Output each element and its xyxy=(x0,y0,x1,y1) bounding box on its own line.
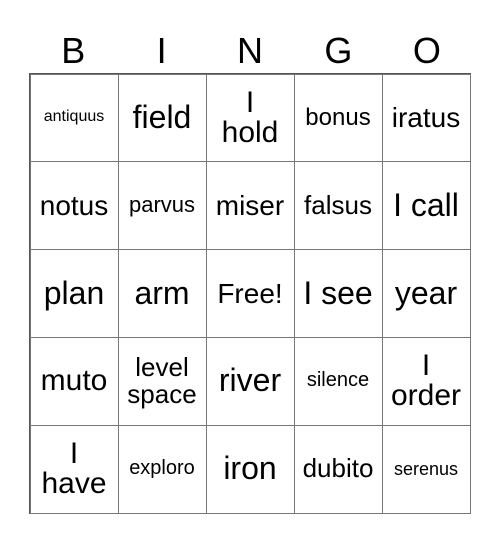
bingo-header: B I N G O xyxy=(29,28,471,73)
bingo-cell: year xyxy=(381,249,471,338)
header-letter-b: B xyxy=(61,30,86,71)
bingo-cell: I call xyxy=(381,161,471,251)
bingo-cell: notus xyxy=(29,161,119,251)
bingo-cell: iratus xyxy=(381,73,471,163)
bingo-cell: I order xyxy=(381,336,471,426)
header-letter-g: G xyxy=(324,30,353,71)
header-letter-n: N xyxy=(237,30,264,71)
bingo-cell: I see xyxy=(293,249,383,338)
bingo-cell: dubito xyxy=(293,424,383,514)
bingo-cell: falsus xyxy=(293,161,383,251)
bingo-cell: miser xyxy=(205,161,295,251)
bingo-cell: bonus xyxy=(293,73,383,163)
bingo-cell: plan xyxy=(29,249,119,338)
bingo-grid: antiquus field I hold bonus iratus notus… xyxy=(29,73,471,514)
bingo-cell: field xyxy=(117,73,207,163)
bingo-cell: parvus xyxy=(117,161,207,251)
header-letter-o: O xyxy=(412,30,441,71)
bingo-cell: I have xyxy=(29,424,119,514)
bingo-cell: river xyxy=(205,336,295,426)
bingo-cell: muto xyxy=(29,336,119,426)
bingo-cell: antiquus xyxy=(29,73,119,163)
bingo-cell: I hold xyxy=(205,73,295,163)
bingo-cell: iron xyxy=(205,424,295,514)
bingo-cell: arm xyxy=(117,249,207,338)
bingo-cell: exploro xyxy=(117,424,207,514)
free-space-cell: Free! xyxy=(205,249,295,338)
bingo-cell: level space xyxy=(117,336,207,426)
bingo-cell: silence xyxy=(293,336,383,426)
header-letter-i: I xyxy=(156,30,167,71)
bingo-cell: serenus xyxy=(381,424,471,514)
